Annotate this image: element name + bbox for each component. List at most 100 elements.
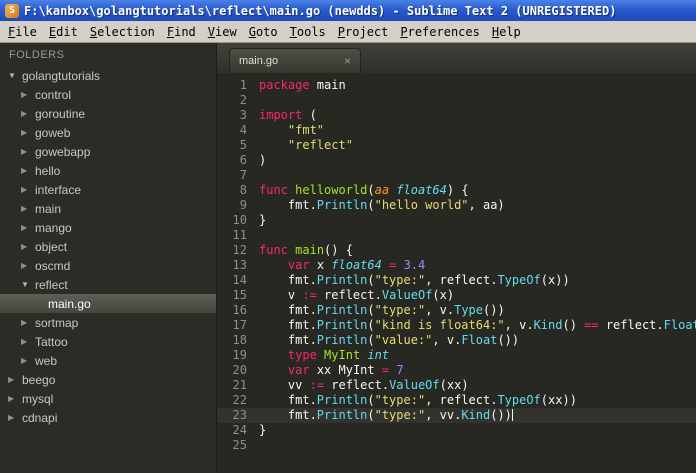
collapse-triangle-icon[interactable]: ▼ <box>21 280 35 289</box>
menu-item-help[interactable]: Help <box>486 23 527 41</box>
code-line[interactable]: 18 fmt.Println("value:", v.Float()) <box>217 333 696 348</box>
line-number: 10 <box>232 213 247 227</box>
code-text: var x float64 = 3.4 <box>287 258 426 272</box>
tree-item-sortmap[interactable]: ▶ sortmap <box>0 313 216 332</box>
expand-triangle-icon[interactable]: ▶ <box>8 375 22 384</box>
expand-triangle-icon[interactable]: ▶ <box>21 147 35 156</box>
code-line[interactable]: 15 v := reflect.ValueOf(x) <box>217 288 696 303</box>
code-line[interactable]: 10} <box>217 213 696 228</box>
tree-item-label: goroutine <box>35 106 86 121</box>
tab-main-go[interactable]: main.go × <box>229 48 361 73</box>
code-line[interactable]: 19 type MyInt int <box>217 348 696 363</box>
tree-item-label: mysql <box>22 391 54 406</box>
tree-item-mango[interactable]: ▶ mango <box>0 218 216 237</box>
tree-item-mysql[interactable]: ▶ mysql <box>0 389 216 408</box>
line-number: 13 <box>232 258 247 272</box>
expand-triangle-icon[interactable]: ▶ <box>21 242 35 251</box>
title-bar: F:\kanbox\golangtutorials\reflect\main.g… <box>0 0 696 21</box>
expand-triangle-icon[interactable]: ▶ <box>21 337 35 346</box>
tree-item-tattoo[interactable]: ▶ Tattoo <box>0 332 216 351</box>
tree-item-goweb[interactable]: ▶ goweb <box>0 123 216 142</box>
tree-item-control[interactable]: ▶ control <box>0 85 216 104</box>
menu-item-view[interactable]: View <box>202 23 243 41</box>
code-text: fmt.Println("type:", reflect.TypeOf(x)) <box>259 273 570 287</box>
tree-item-main-go[interactable]: main.go <box>0 294 216 313</box>
code-line[interactable]: 23 fmt.Println("type:", vv.Kind()) <box>217 408 696 423</box>
tree-item-label: Tattoo <box>35 334 68 349</box>
expand-triangle-icon[interactable]: ▶ <box>21 185 35 194</box>
tree-item-web[interactable]: ▶ web <box>0 351 216 370</box>
tree-item-label: main <box>35 201 62 216</box>
code-line[interactable]: 25 <box>217 438 696 453</box>
expand-triangle-icon[interactable]: ▶ <box>21 128 35 137</box>
expand-triangle-icon[interactable]: ▶ <box>21 356 35 365</box>
menu-item-goto[interactable]: Goto <box>243 23 284 41</box>
tree-item-golangtutorials[interactable]: ▼ golangtutorials <box>0 66 216 85</box>
code-line[interactable]: 3 import ( <box>217 108 696 123</box>
expand-triangle-icon[interactable]: ▶ <box>8 394 22 403</box>
menu-item-project[interactable]: Project <box>332 23 395 41</box>
code-area[interactable]: 1 package main 2 3 import (4 "fmt" 5 "reflect… <box>217 73 696 473</box>
line-number: 9 <box>239 198 247 212</box>
code-line[interactable]: 12 func main() { <box>217 243 696 258</box>
collapse-triangle-icon[interactable]: ▼ <box>8 71 22 80</box>
code-line[interactable]: 4 "fmt" <box>217 123 696 138</box>
code-line[interactable]: 20 var xx MyInt = 7 <box>217 363 696 378</box>
expand-triangle-icon[interactable]: ▶ <box>8 413 22 422</box>
code-line[interactable]: 17 fmt.Println("kind is float64:", v.Kin… <box>217 318 696 333</box>
menu-item-preferences[interactable]: Preferences <box>394 23 485 41</box>
main-area: FOLDERS ▼ golangtutorials ▶ control ▶ gorouti… <box>0 43 696 473</box>
expand-triangle-icon[interactable]: ▶ <box>21 318 35 327</box>
menu-item-file[interactable]: File <box>2 23 43 41</box>
expand-triangle-icon[interactable]: ▶ <box>21 109 35 118</box>
code-line[interactable]: 7 <box>217 168 696 183</box>
line-number: 18 <box>232 333 247 347</box>
code-line[interactable]: 16 fmt.Println("type:", v.Type()) <box>217 303 696 318</box>
line-number: 1 <box>239 78 247 92</box>
code-text: var xx MyInt = 7 <box>287 363 404 377</box>
line-number: 8 <box>239 183 247 197</box>
tree-item-label: goweb <box>35 125 71 140</box>
tree-item-interface[interactable]: ▶ interface <box>0 180 216 199</box>
close-icon[interactable]: × <box>344 55 351 67</box>
code-line[interactable]: 21 vv := reflect.ValueOf(xx) <box>217 378 696 393</box>
tree-item-goroutine[interactable]: ▶ goroutine <box>0 104 216 123</box>
tree-item-beego[interactable]: ▶ beego <box>0 370 216 389</box>
code-line[interactable]: 5 "reflect" <box>217 138 696 153</box>
code-line[interactable]: 6) <box>217 153 696 168</box>
code-line[interactable]: 11 <box>217 228 696 243</box>
code-line[interactable]: 1 package main <box>217 78 696 93</box>
code-line[interactable]: 24} <box>217 423 696 438</box>
tree-item-hello[interactable]: ▶ hello <box>0 161 216 180</box>
line-number: 24 <box>232 423 247 437</box>
menu-item-tools[interactable]: Tools <box>284 23 332 41</box>
menu-bar: File Edit Selection Find View Goto Tools Projec… <box>0 21 696 43</box>
code-line[interactable]: 13 var x float64 = 3.4 <box>217 258 696 273</box>
tree-item-oscmd[interactable]: ▶ oscmd <box>0 256 216 275</box>
tree-item-main[interactable]: ▶ main <box>0 199 216 218</box>
code-text: v := reflect.ValueOf(x) <box>259 288 455 302</box>
menu-item-selection[interactable]: Selection <box>84 23 161 41</box>
line-number: 23 <box>232 408 247 422</box>
expand-triangle-icon[interactable]: ▶ <box>21 223 35 232</box>
code-line[interactable]: 14 fmt.Println("type:", reflect.TypeOf(x… <box>217 273 696 288</box>
code-line[interactable]: 9 fmt.Println("hello world", aa) <box>217 198 696 213</box>
tree-item-cdnapi[interactable]: ▶ cdnapi <box>0 408 216 427</box>
tree-item-label: mango <box>35 220 72 235</box>
tree-item-gowebapp[interactable]: ▶ gowebapp <box>0 142 216 161</box>
code-line[interactable]: 8 func helloworld(aa float64) { <box>217 183 696 198</box>
code-line[interactable]: 22 fmt.Println("type:", reflect.TypeOf(x… <box>217 393 696 408</box>
expand-triangle-icon[interactable]: ▶ <box>21 166 35 175</box>
expand-triangle-icon[interactable]: ▶ <box>21 204 35 213</box>
code-line[interactable]: 2 <box>217 93 696 108</box>
tree-item-reflect[interactable]: ▼ reflect <box>0 275 216 294</box>
line-number: 12 <box>232 243 247 257</box>
line-number: 21 <box>232 378 247 392</box>
expand-triangle-icon[interactable]: ▶ <box>21 90 35 99</box>
sublime-window: F:\kanbox\golangtutorials\reflect\main.g… <box>0 0 696 473</box>
tree-item-label: cdnapi <box>22 410 58 425</box>
menu-item-edit[interactable]: Edit <box>43 23 84 41</box>
expand-triangle-icon[interactable]: ▶ <box>21 261 35 270</box>
tree-item-object[interactable]: ▶ object <box>0 237 216 256</box>
menu-item-find[interactable]: Find <box>161 23 202 41</box>
